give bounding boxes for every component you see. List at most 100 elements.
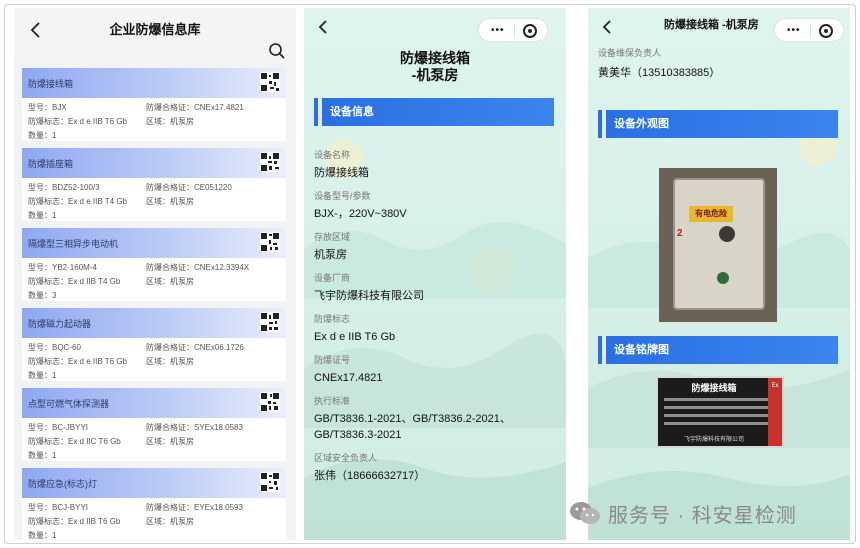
card-model: 型号：YB2-160M-4	[28, 263, 97, 272]
capsule-divider	[810, 24, 811, 38]
card-area: 区域：机泵房	[146, 197, 194, 206]
card-model: 型号：BQC-60	[28, 343, 81, 352]
junction-box-body	[673, 178, 765, 310]
mini-program-capsule: •••	[774, 18, 844, 42]
equipment-card[interactable]: 防爆磁力起动器 型号：BQC-60 防爆合格证：CNEx06.1726 防爆标志：…	[22, 308, 286, 381]
card-name: 防爆插座箱	[28, 159, 74, 169]
field-label: 设备型号/参数	[314, 191, 371, 201]
card-header: 防爆应急(标志)灯	[22, 468, 286, 498]
card-ex-mark: 防爆标志：Ex d IIC T6 Gb	[28, 437, 121, 446]
card-area: 区域：机泵房	[146, 517, 194, 526]
card-name: 点型可燃气体探测器	[28, 399, 110, 409]
more-options-icon[interactable]: •••	[787, 26, 801, 36]
equipment-card[interactable]: 点型可燃气体探测器 型号：BC-JBYYI 防爆合格证：SYEx18.0583 防…	[22, 388, 286, 461]
nameplate-ex-strip: Ex	[768, 378, 782, 446]
nameplate-text-line	[664, 406, 768, 409]
field-manufacturer: 设备厂商 飞宇防爆科技有限公司	[314, 271, 560, 304]
field-value: BJX-，220V~380V	[314, 208, 407, 220]
field-model-params: 设备型号/参数 BJX-，220V~380V	[314, 189, 560, 222]
nameplate-title: 防爆接线箱	[691, 383, 737, 393]
detail-title-area: -机泵房	[411, 67, 459, 83]
card-name: 隔爆型三相异步电动机	[28, 239, 119, 249]
field-label: 防爆标志	[314, 314, 351, 324]
card-model: 型号：BDZ52-100/3	[28, 183, 100, 192]
more-options-icon[interactable]: •••	[491, 26, 505, 36]
card-quantity: 数量：1	[28, 371, 57, 380]
card-certificate: 防爆合格证：CE051220	[146, 183, 232, 192]
equipment-card[interactable]: 防爆插座箱 型号：BDZ52-100/3 防爆合格证：CE051220 防爆标志：…	[22, 148, 286, 221]
card-quantity: 数量：3	[28, 291, 57, 300]
qr-code-icon[interactable]	[260, 392, 280, 412]
card-certificate: 防爆合格证：SYEx18.0583	[146, 423, 243, 432]
qr-code-icon[interactable]	[260, 312, 280, 332]
card-model: 型号：BCJ-BYYI	[28, 503, 89, 512]
field-value: Ex d e IIB T6 Gb	[314, 331, 396, 343]
device-number-label: 2	[677, 228, 683, 239]
card-certificate: 防爆合格证：CNEx17.4821	[146, 103, 244, 112]
switch-knob	[719, 226, 735, 242]
card-header: 点型可燃气体探测器	[22, 388, 286, 418]
field-value: 防爆接线箱	[314, 167, 369, 179]
card-area: 区域：机泵房	[146, 357, 194, 366]
field-ex-certificate: 防爆证号 CNEx17.4821	[314, 353, 560, 386]
section-device-info: 设备信息	[314, 98, 554, 126]
card-header: 防爆接线箱	[22, 68, 286, 98]
equipment-list-screen: 企业防爆信息库 防爆接线箱 型号：BJX 防爆合格证：CNEx17.4821 防爆…	[14, 8, 296, 540]
card-quantity: 数量：1	[28, 211, 57, 220]
field-label: 防爆证号	[314, 355, 351, 365]
device-info-fields: 设备名称 防爆接线箱 设备型号/参数 BJX-，220V~380V 存放区域 机…	[314, 148, 560, 492]
field-label: 区域安全负责人	[314, 453, 378, 463]
watermark: 服务号 · 科安星检测	[568, 498, 797, 528]
field-value: CNEx17.4821	[314, 372, 383, 384]
card-details: 型号：BJX 防爆合格证：CNEx17.4821 防爆标志：Ex d e IIB …	[22, 98, 286, 146]
card-certificate: 防爆合格证：CNEx06.1726	[146, 343, 244, 352]
device-appearance-photo[interactable]: 有电危险 2	[659, 168, 777, 322]
card-ex-mark: 防爆标志：Ex d e IIB T6 Gb	[28, 357, 127, 366]
card-header: 防爆磁力起动器	[22, 308, 286, 338]
search-icon[interactable]	[268, 42, 286, 60]
detail-title-name: 防爆接线箱	[400, 50, 470, 66]
card-quantity: 数量：1	[28, 451, 57, 460]
equipment-card[interactable]: 防爆接线箱 型号：BJX 防爆合格证：CNEx17.4821 防爆标志：Ex d …	[22, 68, 286, 141]
card-ex-mark: 防爆标志：Ex d e IIB T6 Gb	[28, 117, 127, 126]
field-value: 机泵房	[314, 249, 347, 261]
equipment-detail-screen: ••• 防爆接线箱 -机泵房 设备信息 设备名称 防爆接线箱 设备型号/参数 B…	[304, 8, 566, 540]
qr-code-icon[interactable]	[260, 152, 280, 172]
qr-code-icon[interactable]	[260, 72, 280, 92]
close-miniprogram-icon[interactable]	[819, 24, 833, 38]
card-area: 区域：机泵房	[146, 277, 194, 286]
card-name: 防爆接线箱	[28, 79, 74, 89]
detail-title: 防爆接线箱 -机泵房	[304, 50, 566, 84]
section-appearance-photo: 设备外观图	[598, 110, 838, 138]
maintenance-owner-label: 设备维保负责人	[598, 48, 662, 58]
card-header: 防爆插座箱	[22, 148, 286, 178]
section-nameplate-photo: 设备铭牌图	[598, 336, 838, 364]
card-quantity: 数量：1	[28, 131, 57, 140]
field-value: GB/T3836.1-2021、GB/T3836.2-2021、GB/T3836…	[314, 413, 511, 441]
nameplate-text-line	[664, 414, 768, 417]
close-miniprogram-icon[interactable]	[523, 24, 537, 38]
field-value: 飞宇防爆科技有限公司	[314, 290, 424, 302]
card-quantity: 数量：1	[28, 531, 57, 540]
wechat-icon	[570, 502, 600, 524]
field-label: 设备厂商	[314, 273, 351, 283]
card-details: 型号：YB2-160M-4 防爆合格证：CNEx12.3394X 防爆标志：Ex …	[22, 258, 286, 306]
device-nameplate-photo[interactable]: 防爆接线箱 飞宇防爆科技有限公司 Ex	[656, 376, 784, 448]
equipment-card-list: 防爆接线箱 型号：BJX 防爆合格证：CNEx17.4821 防爆标志：Ex d …	[22, 68, 286, 540]
equipment-photo-screen: 防爆接线箱 -机泵房 ••• 设备维保负责人 黄美华（13510383885） …	[588, 8, 850, 540]
qr-code-icon[interactable]	[260, 232, 280, 252]
nameplate-text-line	[664, 398, 768, 401]
card-details: 型号：BDZ52-100/3 防爆合格证：CE051220 防爆标志：Ex d e…	[22, 178, 286, 226]
qr-code-icon[interactable]	[260, 472, 280, 492]
nameplate-manufacturer: 飞宇防爆科技有限公司	[683, 437, 744, 443]
card-model: 型号：BJX	[28, 103, 67, 112]
back-arrow-icon[interactable]	[598, 18, 616, 36]
equipment-card[interactable]: 防爆应急(标志)灯 型号：BCJ-BYYI 防爆合格证：EYEx18.0593 防…	[22, 468, 286, 540]
card-details: 型号：BC-JBYYI 防爆合格证：SYEx18.0583 防爆标志：Ex d I…	[22, 418, 286, 466]
card-certificate: 防爆合格证：EYEx18.0593	[146, 503, 243, 512]
list-header: 企业防爆信息库	[14, 8, 296, 62]
card-area: 区域：机泵房	[146, 117, 194, 126]
back-arrow-icon[interactable]	[314, 18, 332, 36]
equipment-card[interactable]: 隔爆型三相异步电动机 型号：YB2-160M-4 防爆合格证：CNEx12.339…	[22, 228, 286, 301]
field-ex-mark: 防爆标志 Ex d e IIB T6 Gb	[314, 312, 560, 345]
